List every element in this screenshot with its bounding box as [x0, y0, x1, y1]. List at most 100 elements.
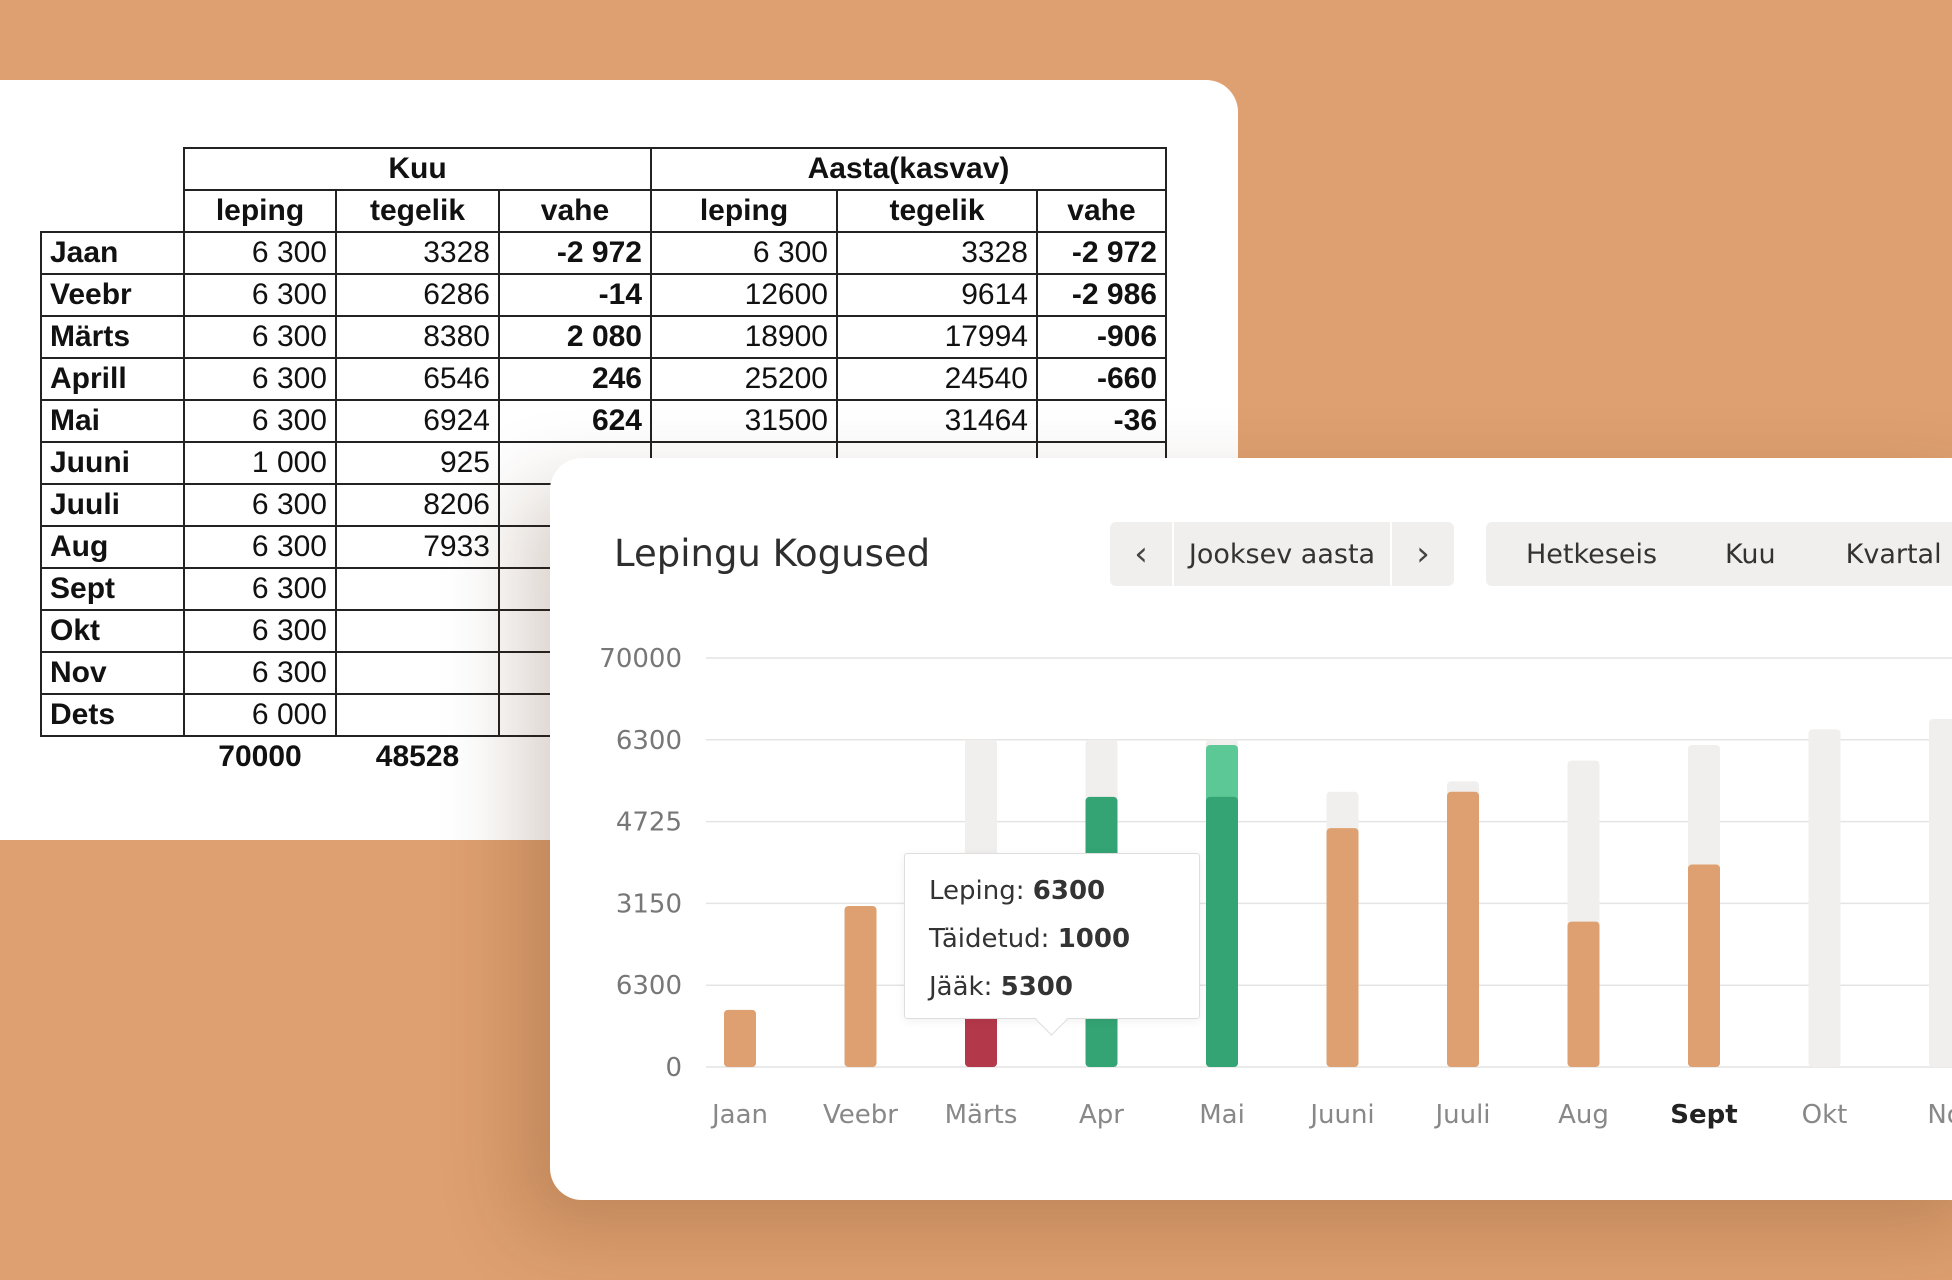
- table-column-header-row: leping tegelik vahe leping tegelik vahe: [41, 189, 1167, 233]
- cell-a-vahe: -906: [1036, 315, 1167, 359]
- table-row: Veebr 6 300 6286 -14 12600 9614 -2 986: [40, 273, 1167, 317]
- bar-taidetud-juuni[interactable]: [1326, 828, 1359, 1067]
- cell-leping: 6 300: [183, 651, 337, 695]
- column-header: leping: [650, 189, 838, 233]
- cell-a-leping: 6 300: [650, 231, 838, 275]
- cell-vahe: 246: [498, 357, 652, 401]
- column-header: tegelik: [335, 189, 500, 233]
- bar-taidetud-aug[interactable]: [1567, 921, 1600, 1067]
- month-cell: Dets: [40, 693, 185, 737]
- cell-tegelik: 6924: [335, 399, 500, 443]
- tooltip-jaak-label: Jääk:: [929, 972, 993, 1002]
- bar-taidetud-veebr[interactable]: [844, 905, 877, 1067]
- bar-taidetud-juuli[interactable]: [1447, 791, 1479, 1067]
- month-cell: Märts: [40, 315, 185, 359]
- chart-tooltip: Leping: 6300 Täidetud: 1000 Jääk: 5300: [904, 853, 1200, 1036]
- tooltip-leping: Leping: 6300: [929, 876, 1105, 906]
- y-tick-label: 0: [665, 1053, 682, 1083]
- table-group-header-row: Kuu Aasta(kasvav): [41, 147, 1167, 191]
- month-cell: Nov: [40, 651, 185, 695]
- cell-a-tegelik: 17994: [836, 315, 1038, 359]
- bar-taidetud-sept[interactable]: [1688, 864, 1720, 1067]
- period-label[interactable]: Jooksev aasta: [1174, 522, 1390, 586]
- column-header: vahe: [1036, 189, 1167, 233]
- bar-leping-okt[interactable]: [1808, 729, 1841, 1067]
- column-header: leping: [183, 189, 337, 233]
- y-tick-label: 3150: [616, 889, 682, 919]
- cell-leping: 1 000: [183, 441, 337, 485]
- group-header-kuu: Kuu: [183, 147, 652, 191]
- cell-a-tegelik: 3328: [836, 231, 1038, 275]
- tab-kuu[interactable]: Kuu: [1725, 539, 1776, 570]
- table-row: Mai 6 300 6924 624 31500 31464 -36: [40, 399, 1167, 443]
- y-tick-label: 70000: [599, 644, 682, 674]
- cell-a-leping: 31500: [650, 399, 838, 443]
- cell-leping: 6 300: [183, 273, 337, 317]
- view-tabs: Hetkeseis Kuu Kvartal: [1486, 522, 1952, 586]
- cell-leping: 6 300: [183, 231, 337, 275]
- bar-taidetud-jaan[interactable]: [724, 1009, 756, 1067]
- x-tick-label: Mai: [1199, 1100, 1245, 1130]
- cell-leping: 6 300: [183, 399, 337, 443]
- bar-taidetud-mai[interactable]: [1206, 796, 1238, 1067]
- month-cell: Aprill: [40, 357, 185, 401]
- cell-a-vahe: -2 986: [1036, 273, 1167, 317]
- cell-leping: 6 300: [183, 525, 337, 569]
- tab-kvartal[interactable]: Kvartal: [1846, 539, 1942, 570]
- prev-period-button[interactable]: ‹: [1110, 522, 1174, 586]
- cell-leping: 6 300: [183, 483, 337, 527]
- chart-title: Lepingu Kogused: [614, 532, 931, 575]
- bar-taidetud-märts[interactable]: [965, 1015, 997, 1067]
- x-tick-label: Sept: [1670, 1100, 1737, 1130]
- x-tick-label: Juuli: [1433, 1100, 1490, 1130]
- column-header: vahe: [498, 189, 652, 233]
- tab-hetkeseis[interactable]: Hetkeseis: [1526, 539, 1657, 570]
- month-cell: Okt: [40, 609, 185, 653]
- cell-leping: 6 300: [183, 567, 337, 611]
- total-tegelik: 48528: [375, 740, 460, 773]
- chevron-right-icon: ›: [1416, 534, 1430, 574]
- total-leping: 70000: [218, 740, 302, 773]
- tooltip-leping-label: Leping:: [929, 876, 1025, 906]
- cell-tegelik: 8206: [335, 483, 500, 527]
- cell-a-leping: 18900: [650, 315, 838, 359]
- cell-tegelik: [335, 609, 500, 653]
- tooltip-jaak: Jääk: 5300: [929, 972, 1073, 1002]
- next-period-button[interactable]: ›: [1390, 522, 1454, 586]
- x-tick-label: Veebr: [823, 1100, 898, 1130]
- x-tick-label: Apr: [1079, 1100, 1124, 1130]
- tooltip-leping-value: 6300: [1032, 876, 1106, 906]
- table-corner-cell: [41, 148, 184, 190]
- cell-tegelik: 6546: [335, 357, 500, 401]
- month-cell: Mai: [40, 399, 185, 443]
- cell-tegelik: 7933: [335, 525, 500, 569]
- bar-leping-no[interactable]: [1929, 719, 1952, 1067]
- month-cell: Juuli: [40, 483, 185, 527]
- column-header: tegelik: [836, 189, 1038, 233]
- cell-leping: 6 300: [183, 315, 337, 359]
- totals-spacer: [41, 736, 184, 777]
- month-cell: Juuni: [40, 441, 185, 485]
- tooltip-taidetud-label: Täidetud:: [929, 924, 1050, 954]
- month-cell: Jaan: [40, 231, 185, 275]
- x-tick-label: Märts: [945, 1100, 1018, 1130]
- cell-leping: 6 000: [183, 693, 337, 737]
- month-cell: Veebr: [40, 273, 185, 317]
- cell-a-leping: 25200: [650, 357, 838, 401]
- tooltip-jaak-value: 5300: [1000, 972, 1073, 1002]
- chart-card: 0 6300 3150 4725 6300 70000 Jaan Veebr Märts Apr M…: [550, 458, 1952, 1200]
- cell-a-vahe: -660: [1036, 357, 1167, 401]
- cell-tegelik: 3328: [335, 231, 500, 275]
- x-tick-label: Juuni: [1308, 1100, 1374, 1130]
- cell-vahe: 2 080: [498, 315, 652, 359]
- table-row: Aprill 6 300 6546 246 25200 24540 -660: [40, 357, 1167, 401]
- group-header-aasta: Aasta(kasvav): [650, 147, 1167, 191]
- y-tick-label: 6300: [616, 971, 682, 1001]
- cell-tegelik: [335, 567, 500, 611]
- y-tick-label: 6300: [616, 726, 682, 756]
- cell-a-tegelik: 9614: [836, 273, 1038, 317]
- cell-vahe: -2 972: [498, 231, 652, 275]
- cell-tegelik: 6286: [335, 273, 500, 317]
- chevron-left-icon: ‹: [1134, 534, 1148, 574]
- x-tick-label: No: [1927, 1100, 1952, 1130]
